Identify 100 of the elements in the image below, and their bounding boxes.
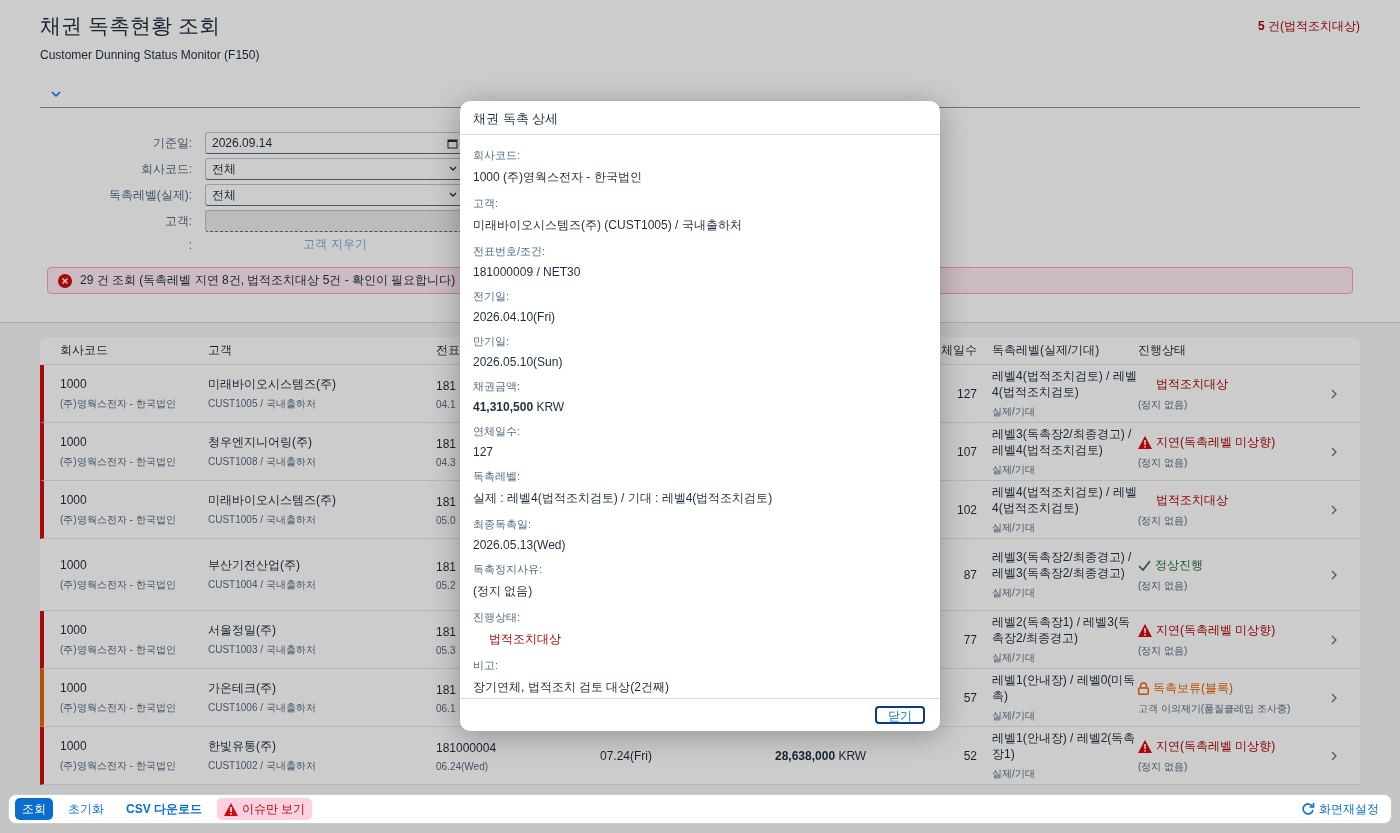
table-cell: 한빛유통(주) xyxy=(208,738,276,754)
chevron-right-icon xyxy=(1330,634,1338,645)
column-header: 진행상태 xyxy=(1138,342,1186,359)
table-cell: 05.2 xyxy=(436,579,456,591)
table-cell: CUST1006 / 국내출하처 xyxy=(208,701,316,715)
field-label: 진행상태: xyxy=(473,610,521,625)
close-button[interactable]: 닫기 xyxy=(875,706,925,724)
field-value: 181000009 / NET30 xyxy=(473,265,581,279)
table-cell: 06.1 xyxy=(436,702,456,714)
table-cell: (주)영웍스전자 - 한국법인 xyxy=(60,397,176,411)
table-cell: (주)영웍스전자 - 한국법인 xyxy=(60,578,176,592)
table-cell: (정지 없음) xyxy=(1138,397,1188,412)
table-cell: CUST1005 / 국내출하처 xyxy=(208,397,316,411)
field-label: 독촉레벨(실제): xyxy=(107,186,192,204)
field-value: 127 xyxy=(473,445,494,459)
table-cell: 77 xyxy=(963,631,977,648)
chevron-right-icon xyxy=(1330,692,1338,703)
search-button[interactable]: 조회 xyxy=(15,798,53,820)
field-label: 회사코드: xyxy=(139,160,192,178)
warning-icon xyxy=(1138,739,1152,753)
issues-only-toggle[interactable]: 이슈만 보기 xyxy=(217,798,313,820)
field-value: 41,310,500 KRW xyxy=(473,400,565,414)
dialog-title: 채권 독촉 상세 xyxy=(460,101,940,135)
column-header: 체일수 xyxy=(941,342,977,359)
check-icon xyxy=(1138,559,1151,571)
table-cell-text: 레벨3(독촉장2/최종경고) / 레벨4(법적조치검토) xyxy=(992,426,1133,458)
download-button[interactable]: CSV 다운로드 xyxy=(119,798,209,820)
table-cell: 04.1 xyxy=(436,398,456,410)
message-text: 29 건 조회 (독촉레벨 지연 8건, 법적조치대상 5건 - 확인이 필요합니다) xyxy=(80,272,456,289)
table-cell: 181 xyxy=(436,435,457,452)
field-label: 전기일: xyxy=(473,289,510,304)
table-cell: 181 xyxy=(436,377,457,394)
table-cell: 실제/기대 xyxy=(992,405,1035,419)
table-cell: CUST1004 / 국내출하처 xyxy=(208,578,316,592)
field-value: 장기연체, 법적조치 검토 대상(2건째) xyxy=(473,679,669,696)
table-cell: 1000 xyxy=(60,376,87,392)
table-cell: 181000004 xyxy=(436,739,497,756)
table-cell: (정지 없음) xyxy=(1138,759,1188,774)
status-text: 지연(독촉레벨 미상향) xyxy=(1156,433,1276,451)
legal-count: 5 건(법적조치대상) xyxy=(1258,18,1360,35)
field-label: : xyxy=(187,237,192,252)
reset-layout-button[interactable]: 화면재설정 xyxy=(1295,799,1385,819)
table-cell: 레벨4(법적조치검토) / 레벨4(법적조치검토) xyxy=(992,484,1138,516)
table-cell: 181 xyxy=(436,558,457,575)
field-label: 최종독촉일: xyxy=(473,517,532,532)
table-cell: 실제/기대 xyxy=(992,767,1035,781)
table-cell: 87 xyxy=(963,566,977,583)
field-label: 고객: xyxy=(163,212,192,230)
table-cell-text: 레벨2(독촉장1) / 레벨3(독촉장2/최종경고) xyxy=(992,614,1131,646)
table-cell: 127 xyxy=(956,385,977,402)
table-cell: 1000 xyxy=(60,434,87,450)
table-cell: 181 xyxy=(436,493,457,510)
table-cell: (정지 없음) xyxy=(1138,643,1188,658)
warning-icon xyxy=(224,802,238,816)
table-cell: 미래바이오시스템즈(주) xyxy=(208,492,336,508)
field-value: 실제 : 레벨4(법적조치검토) / 기대 : 레벨4(법적조치검토) xyxy=(473,490,773,507)
table-row[interactable]: 1000 (주)영웍스전자 - 한국법인 한빛유통(주) CUST1002 / 국내출하처 181000004 06.24(Wed) 07.24(Fri) 28,638,000 KRW 52 레벨1(안내장) / 레벨2(독촉장1) 실제/기대 지연(독촉레벨 미상향) (정지 없음) xyxy=(40,727,1360,785)
field-value: 미래바이오시스템즈(주) (CUST1005) / 국내출하처 xyxy=(473,217,742,234)
table-cell: 07.24(Fri) xyxy=(600,748,652,763)
chevron-right-icon xyxy=(1330,569,1338,580)
table-cell: (주)영웍스전자 - 한국법인 xyxy=(60,759,176,773)
refresh-icon xyxy=(1301,802,1315,816)
calendar-icon xyxy=(447,137,458,149)
status-text: 법적조치대상 xyxy=(488,631,561,648)
page-subtitle: Customer Dunning Status Monitor (F150) xyxy=(40,48,260,62)
field-label: 전표번호/조건: xyxy=(473,244,546,259)
table-cell: (주)영웍스전자 - 한국법인 xyxy=(60,701,176,715)
error-icon xyxy=(58,273,72,288)
reset-button[interactable]: 초기화 xyxy=(61,798,111,820)
table-cell: 실제/기대 xyxy=(992,521,1035,535)
table-cell: CUST1003 / 국내출하처 xyxy=(208,643,316,657)
table-cell: 가온테크(주) xyxy=(208,680,276,696)
column-header: 회사코드 xyxy=(60,342,108,359)
table-cell: 미래바이오시스템즈(주) xyxy=(208,376,336,392)
table-cell: 107 xyxy=(956,443,977,460)
status-text: 법적조치대상 xyxy=(1156,491,1228,509)
table-cell: 1000 xyxy=(60,622,87,638)
table-cell: 28,638,000 KRW xyxy=(775,748,867,763)
table-cell: 181 xyxy=(436,681,457,698)
chevron-right-icon xyxy=(1330,446,1338,457)
field-label: 고객: xyxy=(473,196,499,211)
table-cell: 고객 이의제기(품질클레임 조사중) xyxy=(1138,701,1291,716)
status-text: 지연(독촉레벨 미상향) xyxy=(1156,737,1276,755)
table-cell: 1000 xyxy=(60,738,87,754)
field-label: 회사코드: xyxy=(473,148,521,163)
table-cell: 실제/기대 xyxy=(992,651,1035,665)
field-value: 2026.05.10(Sun) xyxy=(473,355,563,369)
table-cell: 레벨4(법적조치검토) / 레벨4(법적조치검토) xyxy=(992,368,1138,400)
field-label: 채권금액: xyxy=(473,379,521,394)
table-cell: 1000 xyxy=(60,680,87,696)
field-value: (정지 없음) xyxy=(473,583,533,600)
table-cell: (정지 없음) xyxy=(1138,578,1188,593)
field-label: 만기일: xyxy=(473,334,510,349)
status-text: 정상진행 xyxy=(1155,556,1203,574)
column-header: 독촉레벨(실제/기대) xyxy=(992,342,1100,359)
expand-icon[interactable] xyxy=(50,88,62,100)
status-text: 독촉보류(블록) xyxy=(1153,679,1233,697)
field-label: 독촉레벨: xyxy=(473,469,521,484)
table-cell: (정지 없음) xyxy=(1138,513,1188,528)
field-label: 독촉정지사유: xyxy=(473,562,543,577)
